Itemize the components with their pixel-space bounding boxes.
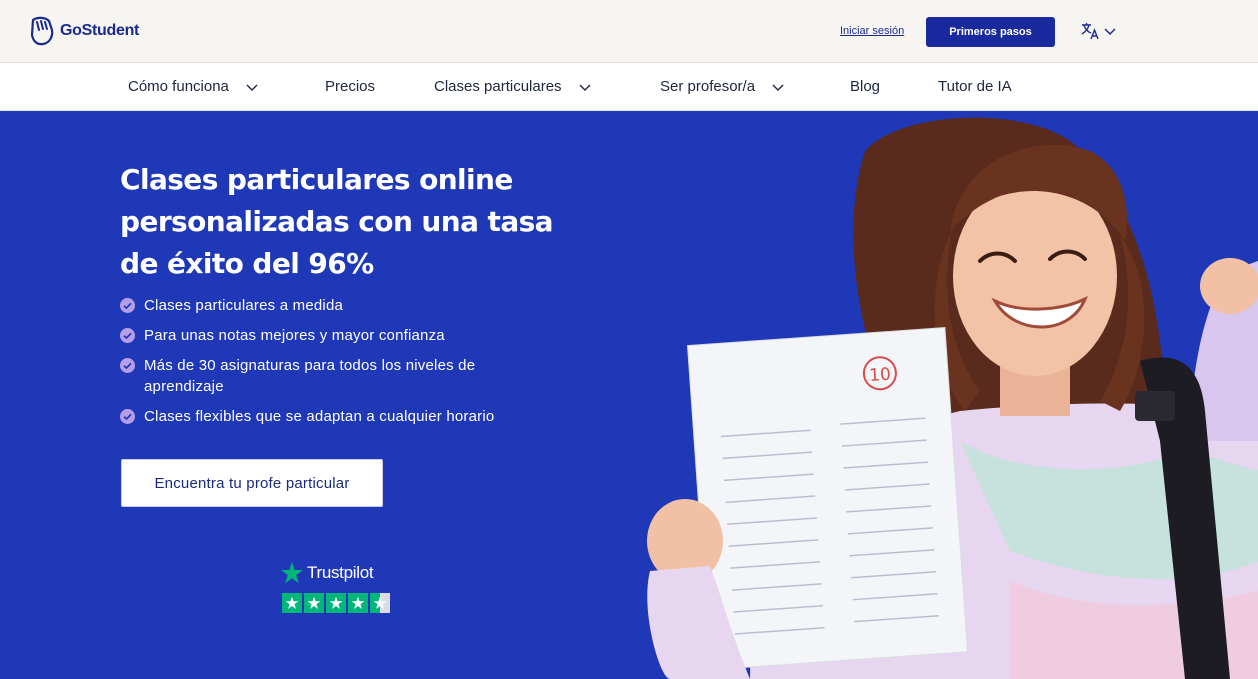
chevron-down-icon [1104,28,1116,36]
nav-item-label: Clases particulares [434,78,562,95]
trustpilot-name: Trustpilot [307,563,374,582]
benefit-text: Clases flexibles que se adaptan a cualqu… [144,408,495,425]
list-item: Más de 30 asignaturas para todos los niv… [120,355,540,397]
check-circle-icon [120,358,135,373]
chevron-down-icon [772,84,784,91]
nav-item-como-funciona[interactable]: Cómo funciona [128,63,259,110]
trustpilot-logo: Trustpilot [280,561,390,585]
rating-star-icon [304,593,324,613]
benefits-list: Clases particulares a medida Para unas n… [120,295,540,436]
gostudent-logo-icon [30,16,54,46]
nav-item-label: Precios [325,78,376,95]
hero-title: Clases particulares online personalizada… [120,163,554,280]
benefit-text: Más de 30 asignaturas para todos los niv… [144,357,476,395]
grade-mark: 10 [869,364,892,385]
login-link[interactable]: Iniciar sesión [840,25,904,37]
language-selector[interactable] [1080,21,1117,41]
star-icon [281,562,303,584]
translate-icon [1081,23,1099,40]
nav-item-clases-particulares[interactable]: Clases particulares [434,63,592,110]
list-item: Clases particulares a medida [120,295,540,316]
rating-star-half-icon [370,593,390,613]
check-circle-icon [120,328,135,343]
get-started-button[interactable]: Primeros pasos [926,17,1055,47]
hero-section: Clases particulares online personalizada… [0,111,1258,679]
trustpilot-rating [282,593,390,613]
nav-item-label: Tutor de IA [938,78,1012,95]
benefit-text: Para unas notas mejores y mayor confianz… [144,327,445,344]
nav-item-label: Cómo funciona [128,78,229,95]
trustpilot-widget[interactable]: Trustpilot [280,561,390,613]
nav-item-ser-profesor[interactable]: Ser profesor/a [660,63,785,110]
hero-photo: 10 [647,117,1258,679]
check-circle-icon [120,298,135,313]
logo[interactable]: GoStudent [28,16,139,46]
nav-item-precios[interactable]: Precios [325,63,375,110]
rating-star-icon [326,593,346,613]
top-bar: GoStudent Iniciar sesión Primeros pasos [0,0,1258,63]
rating-star-icon [348,593,368,613]
nav-item-blog[interactable]: Blog [850,63,880,110]
list-item: Para unas notas mejores y mayor confianz… [120,325,540,346]
list-item: Clases flexibles que se adaptan a cualqu… [120,406,540,427]
logo-text: GoStudent [60,22,140,39]
nav-item-label: Ser profesor/a [660,78,756,95]
find-tutor-button[interactable]: Encuentra tu profe particular [121,459,383,507]
chevron-down-icon [579,84,591,91]
nav-item-tutor-ia[interactable]: Tutor de IA [938,63,1012,110]
nav-item-label: Blog [850,78,881,95]
chevron-down-icon [246,84,258,91]
check-circle-icon [120,409,135,424]
main-nav: Cómo funciona Precios Clases particulare… [0,63,1258,111]
benefit-text: Clases particulares a medida [144,297,344,314]
rating-star-icon [282,593,302,613]
